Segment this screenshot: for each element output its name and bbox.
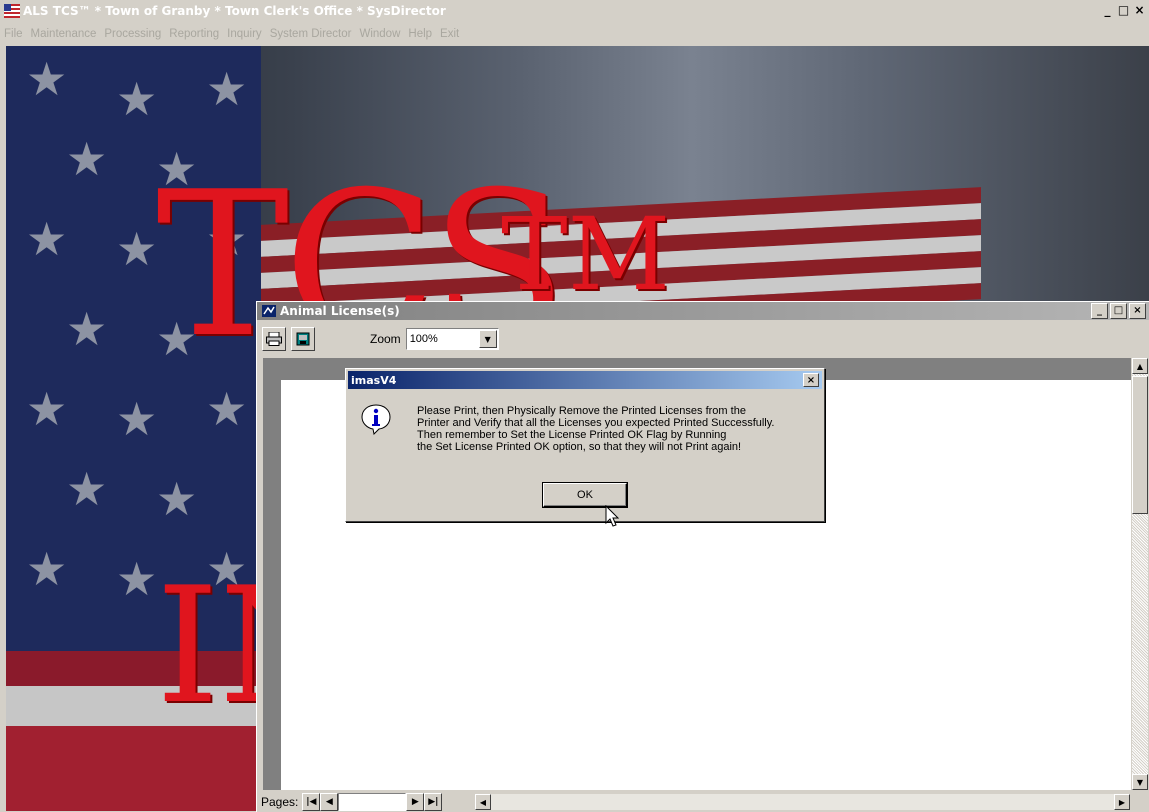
chevron-down-icon[interactable]: ▼ xyxy=(478,330,497,348)
flag-icon xyxy=(4,4,20,18)
menu-inquiry[interactable]: Inquiry xyxy=(223,28,266,40)
report-window-title-bar: Animal License(s) _ □ × xyxy=(257,302,1149,320)
info-icon xyxy=(361,404,391,435)
report-minimize-button[interactable]: _ xyxy=(1091,303,1108,319)
report-toolbar: Zoom 100% ▼ xyxy=(257,322,1149,356)
page-navigation-bar: Pages: |◀ ◀ ▶ ▶| ◀ ▶ xyxy=(257,792,1149,812)
close-button[interactable]: × xyxy=(1132,3,1147,17)
mouse-cursor-icon xyxy=(605,505,620,527)
printer-icon xyxy=(266,332,282,346)
dialog-message-line: the Set License Printed OK option, so th… xyxy=(417,441,742,453)
zoom-label: Zoom xyxy=(370,332,401,346)
window-controls: _ □ × xyxy=(1100,3,1147,17)
last-page-icon[interactable]: ▶| xyxy=(424,793,443,811)
zoom-select[interactable]: 100% ▼ xyxy=(405,328,499,350)
menu-exit[interactable]: Exit xyxy=(436,28,463,40)
report-icon xyxy=(262,305,276,317)
menu-maintenance[interactable]: Maintenance xyxy=(27,28,101,40)
report-maximize-button[interactable]: □ xyxy=(1110,303,1127,319)
logo-trademark: TM xyxy=(501,196,671,313)
zoom-value: 100% xyxy=(409,333,438,345)
ok-button[interactable]: OK xyxy=(543,483,627,507)
scroll-down-icon[interactable]: ▼ xyxy=(1132,774,1148,790)
vertical-scrollbar[interactable]: ▲ ▼ xyxy=(1132,358,1148,790)
minimize-button[interactable]: _ xyxy=(1100,3,1115,17)
menu-system-director[interactable]: System Director xyxy=(266,28,356,40)
message-dialog: imasV4 × Please Print, then Physically R… xyxy=(345,368,825,522)
export-button[interactable] xyxy=(291,327,315,351)
menu-file[interactable]: File xyxy=(0,28,27,40)
scroll-right-icon[interactable]: ▶ xyxy=(1114,794,1130,810)
menu-help[interactable]: Help xyxy=(404,28,436,40)
dialog-message-line: Please Print, then Physically Remove the… xyxy=(417,405,746,417)
dialog-message-line: Then remember to Set the License Printed… xyxy=(417,429,727,441)
dialog-title-bar: imasV4 × xyxy=(348,371,822,389)
horizontal-scrollbar[interactable]: ◀ ▶ xyxy=(475,794,1130,810)
dialog-message-line: Printer and Verify that all the Licenses… xyxy=(417,417,775,429)
menu-window[interactable]: Window xyxy=(355,28,404,40)
print-button[interactable] xyxy=(262,327,286,351)
dialog-message: Please Print, then Physically Remove the… xyxy=(417,405,817,453)
vertical-scroll-thumb[interactable] xyxy=(1132,376,1148,514)
first-page-icon[interactable]: |◀ xyxy=(302,793,321,811)
report-close-button[interactable]: × xyxy=(1129,303,1146,319)
dialog-title: imasV4 xyxy=(351,373,397,387)
scroll-up-icon[interactable]: ▲ xyxy=(1132,358,1148,374)
next-page-icon[interactable]: ▶ xyxy=(406,793,425,811)
menu-bar: File Maintenance Processing Reporting In… xyxy=(0,24,1149,44)
menu-reporting[interactable]: Reporting xyxy=(165,28,223,40)
main-title-bar: ALS TCS™ * Town of Granby * Town Clerk's… xyxy=(0,0,1149,22)
pages-label: Pages: xyxy=(261,795,299,809)
export-icon xyxy=(296,332,310,346)
menu-processing[interactable]: Processing xyxy=(100,28,165,40)
dialog-close-button[interactable]: × xyxy=(803,373,819,387)
report-window-title: Animal License(s) xyxy=(280,304,400,318)
report-window-controls: _ □ × xyxy=(1091,303,1146,319)
previous-page-icon[interactable]: ◀ xyxy=(320,793,339,811)
page-number-input[interactable] xyxy=(338,793,407,811)
main-window-title: ALS TCS™ * Town of Granby * Town Clerk's… xyxy=(23,4,446,18)
maximize-button[interactable]: □ xyxy=(1116,3,1131,17)
scroll-left-icon[interactable]: ◀ xyxy=(475,794,491,810)
